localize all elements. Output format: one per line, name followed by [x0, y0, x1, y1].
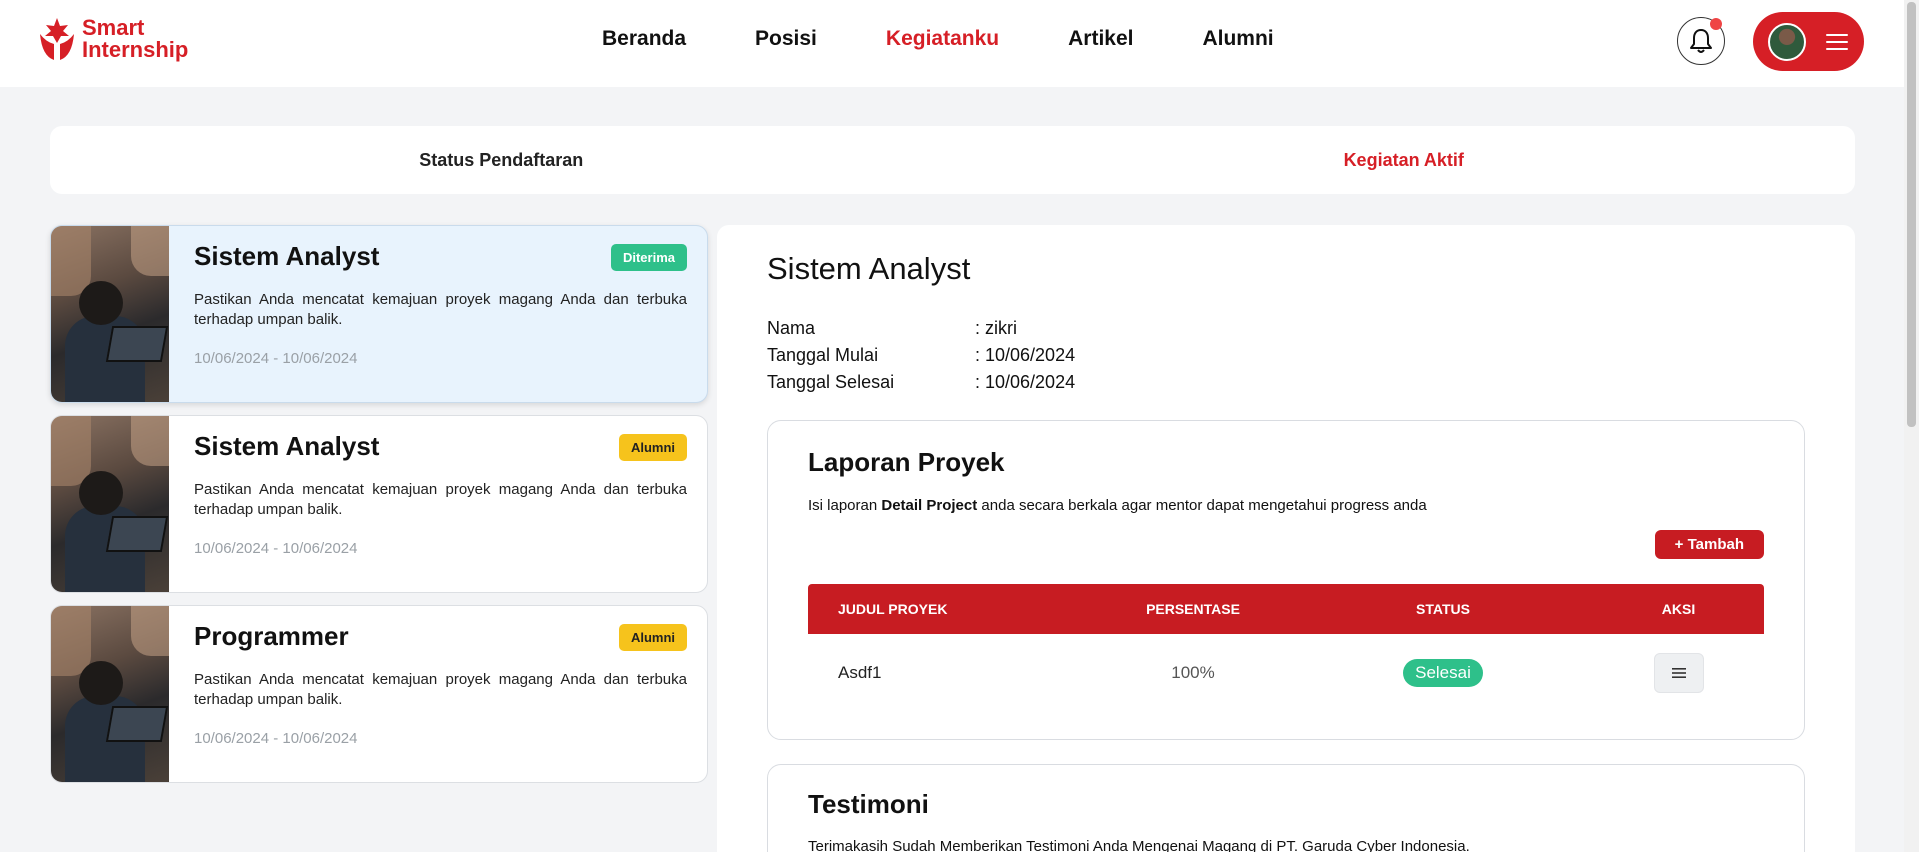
column-header-aksi: AKSI — [1661, 601, 1696, 617]
card-date: 10/06/2024 - 10/06/2024 — [194, 350, 358, 367]
column-header-persentase: PERSENTASE — [1146, 601, 1240, 617]
card-date: 10/06/2024 - 10/06/2024 — [194, 730, 358, 747]
tab-kegiatan-aktif[interactable]: Kegiatan Aktif — [953, 126, 1856, 194]
logo-mark-icon — [40, 18, 74, 60]
list-menu-icon — [1671, 668, 1686, 678]
status-badge: Diterima — [610, 244, 687, 271]
column-header-judul: JUDUL PROYEK — [838, 601, 948, 617]
bell-icon — [1690, 29, 1712, 53]
user-menu-button[interactable] — [1753, 12, 1864, 71]
cell-persentase: 100% — [1171, 663, 1215, 682]
info-key: Tanggal Selesai — [767, 372, 895, 392]
info-key: Nama — [767, 318, 816, 338]
nav-posisi[interactable]: Posisi — [755, 27, 817, 51]
activity-detail-panel: Sistem Analyst Nama : zikri Tanggal Mula… — [717, 225, 1855, 852]
logo-text-line1: Smart — [82, 15, 145, 40]
detail-info: Nama : zikri Tanggal Mulai : 10/06/2024 … — [767, 315, 1075, 396]
hamburger-icon — [1826, 33, 1848, 50]
scrollbar-thumb[interactable] — [1907, 2, 1916, 427]
info-key: Tanggal Mulai — [767, 345, 879, 365]
top-navbar: Smart Internship Beranda Posisi Kegiatan… — [0, 0, 1904, 87]
cell-status: Selesai — [1293, 659, 1593, 687]
card-image — [51, 416, 169, 592]
info-row-tanggal-selesai: Tanggal Selesai : 10/06/2024 — [767, 369, 1075, 396]
column-header-status: STATUS — [1416, 601, 1470, 617]
table-row: Asdf1 100% Selesai — [808, 634, 1764, 712]
nav-artikel[interactable]: Artikel — [1068, 27, 1133, 51]
table-header: JUDUL PROYEK PERSENTASE STATUS AKSI — [808, 584, 1764, 634]
main-nav: Beranda Posisi Kegiatanku Artikel Alumni — [602, 27, 1343, 51]
card-image — [51, 606, 169, 782]
status-badge: Alumni — [618, 624, 687, 651]
status-badge: Alumni — [618, 434, 687, 461]
info-value: : 10/06/2024 — [975, 372, 1076, 392]
nav-alumni[interactable]: Alumni — [1202, 27, 1273, 51]
laporan-description: Isi laporan Detail Project anda secara b… — [808, 497, 1427, 514]
card-description: Pastikan Anda mencatat kemajuan proyek m… — [194, 291, 687, 328]
testimoni-title: Testimoni — [808, 789, 929, 819]
avatar — [1768, 22, 1806, 61]
nav-kegiatanku[interactable]: Kegiatanku — [886, 27, 999, 51]
cell-aksi — [1593, 653, 1764, 693]
info-row-tanggal-mulai: Tanggal Mulai : 10/06/2024 — [767, 342, 1075, 369]
testimoni-section: Testimoni Terimakasih Sudah Memberikan T… — [767, 764, 1805, 852]
laporan-proyek-section: Laporan Proyek Isi laporan Detail Projec… — [767, 420, 1805, 740]
card-description: Pastikan Anda mencatat kemajuan proyek m… — [194, 671, 687, 708]
status-pill: Selesai — [1403, 659, 1483, 687]
logo[interactable]: Smart Internship — [38, 16, 188, 62]
logo-text-line2: Internship — [82, 37, 189, 62]
activity-card[interactable]: Sistem Analyst Diterima Pastikan Anda me… — [50, 225, 708, 403]
project-table: JUDUL PROYEK PERSENTASE STATUS AKSI Asdf… — [808, 584, 1764, 712]
detail-title: Sistem Analyst — [767, 251, 971, 286]
page-scrollbar[interactable] — [1904, 0, 1919, 852]
tab-status-pendaftaran[interactable]: Status Pendaftaran — [50, 126, 953, 194]
activity-card[interactable]: Sistem Analyst Alumni Pastikan Anda menc… — [50, 415, 708, 593]
card-description: Pastikan Anda mencatat kemajuan proyek m… — [194, 481, 687, 518]
card-date: 10/06/2024 - 10/06/2024 — [194, 540, 358, 557]
card-image — [51, 226, 169, 402]
card-title: Programmer — [194, 621, 349, 651]
notification-button[interactable] — [1677, 17, 1725, 65]
cell-judul: Asdf1 — [838, 663, 882, 682]
info-row-nama: Nama : zikri — [767, 315, 1075, 342]
activity-tabs: Status Pendaftaran Kegiatan Aktif — [50, 126, 1855, 194]
tambah-button[interactable]: + Tambah — [1654, 530, 1764, 559]
info-value: : 10/06/2024 — [975, 345, 1076, 365]
testimoni-text: Terimakasih Sudah Memberikan Testimoni A… — [808, 838, 1470, 852]
notification-dot — [1710, 18, 1722, 30]
info-value: : zikri — [975, 318, 1017, 338]
activity-card[interactable]: Programmer Alumni Pastikan Anda mencatat… — [50, 605, 708, 783]
nav-beranda[interactable]: Beranda — [602, 27, 686, 51]
laporan-title: Laporan Proyek — [808, 447, 1005, 477]
card-title: Sistem Analyst — [194, 431, 380, 461]
row-action-button[interactable] — [1653, 653, 1704, 693]
